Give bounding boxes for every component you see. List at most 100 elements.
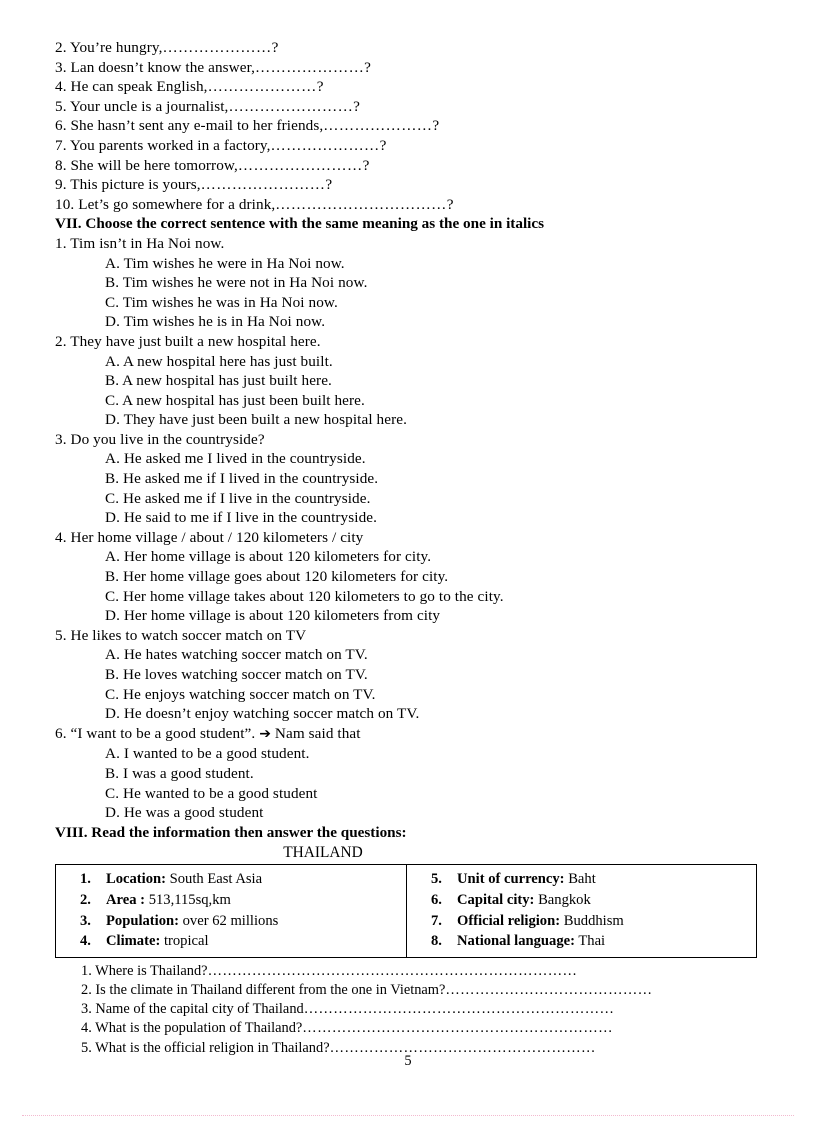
footer-divider (22, 1115, 794, 1116)
reading-question-number: 1. (81, 962, 96, 979)
question-stem: “I want to be a good student”. (70, 724, 260, 742)
answer-option[interactable]: C. Tim wishes he was in Ha Noi now. (55, 293, 761, 313)
tag-question-line: 4. He can speak English,…………………? (55, 77, 761, 97)
answer-option[interactable]: A. Tim wishes he were in Ha Noi now. (55, 254, 761, 274)
fact-row-right: 7. Official religion: Buddhism (407, 911, 756, 932)
dot-leader: ………………… (255, 58, 365, 76)
answer-option[interactable]: D. Her home village is about 120 kilomet… (55, 606, 761, 626)
dot-leader: …………………… (237, 156, 363, 174)
thailand-info-table: 1. Location: South East Asia 2. Area : 513,… (55, 864, 757, 958)
dot-leader: ………………… (323, 117, 433, 135)
tag-question-text: Let’s go somewhere for a drink, (78, 195, 276, 213)
tag-question-end: ? (364, 58, 372, 76)
question-number: 1. (55, 234, 71, 252)
answer-option[interactable]: D. He said to me if I live in the countr… (55, 508, 761, 528)
fact-value: South East Asia (166, 871, 263, 888)
question-stem: Tim isn’t in Ha Noi now. (70, 234, 225, 252)
question-stem: He likes to watch soccer match on TV (70, 626, 307, 644)
dot-leader: ……………………………………………………… (303, 1001, 615, 1018)
fact-number: 3. (80, 912, 91, 929)
tag-question-number: 2. (55, 39, 70, 56)
answer-option[interactable]: B. Her home village goes about 120 kilom… (55, 567, 761, 587)
tag-question-text: Lan doesn’t know the answer, (70, 58, 256, 76)
answer-option[interactable]: D. He doesn’t enjoy watching soccer matc… (55, 704, 761, 724)
tag-question-text: She hasn’t sent any e-mail to her friend… (70, 117, 324, 135)
tag-question-number: 6. (55, 117, 71, 135)
fact-row-left: 2. Area : 513,115sq,km (56, 890, 406, 911)
dot-leader: …………………………… (275, 195, 447, 213)
tag-question-line: 9. This picture is yours,……………………? (55, 175, 761, 195)
tag-question-text: This picture is yours, (70, 176, 201, 194)
tag-question-number: 3. (55, 58, 71, 76)
fact-row-right: 5. Unit of currency: Baht (407, 869, 756, 890)
reading-question-text: What is the population of Thailand? (95, 1020, 303, 1037)
tag-question-number: 4. (55, 78, 71, 96)
reading-question-line: 4. What is the population of Thailand?……… (55, 1019, 761, 1038)
answer-option[interactable]: D. They have just been built a new hospi… (55, 410, 761, 430)
fact-label: National language: (457, 933, 575, 950)
question-number: 4. (55, 528, 71, 546)
reading-question-text: Is the climate in Thailand different fro… (95, 981, 446, 998)
question-number: 2. (55, 332, 71, 350)
answer-option[interactable]: B. He asked me if I lived in the country… (55, 469, 761, 489)
answer-option[interactable]: A. He hates watching soccer match on TV. (55, 645, 761, 665)
answer-option[interactable]: D. He was a good student (55, 803, 761, 823)
section-viii-heading: VIII. Read the information then answer t… (55, 823, 407, 841)
fact-number: 4. (80, 933, 91, 950)
question-stem-cont: Nam said that (271, 724, 361, 742)
answer-option[interactable]: B. Tim wishes he were not in Ha Noi now. (55, 273, 761, 293)
answer-option[interactable]: C. He wanted to be a good student (55, 784, 761, 804)
answer-option[interactable]: C. He asked me if I live in the countrys… (55, 489, 761, 509)
tag-question-number: 8. (55, 156, 71, 174)
fact-label: Area : (106, 891, 146, 908)
section-vii-heading: VII. Choose the correct sentence with th… (55, 215, 545, 233)
right-arrow-icon: ➔ (259, 725, 272, 742)
fact-number: 7. (431, 912, 442, 929)
tag-question-number: 9. (55, 176, 71, 194)
answer-option[interactable]: C. He enjoys watching soccer match on TV… (55, 685, 761, 705)
dot-leader: ………………………………………………………………… (207, 962, 578, 979)
fact-value: over 62 millions (178, 912, 279, 929)
facts-left-cell: 1. Location: South East Asia 2. Area : 513,… (55, 864, 407, 958)
answer-option[interactable]: A. A new hospital here has just built. (55, 352, 761, 372)
fact-label: Climate: (106, 933, 161, 950)
tag-question-line: 7. You parents worked in a factory,……………… (55, 136, 761, 156)
reading-question-number: 4. (81, 1020, 96, 1037)
thailand-table-title: THAILAND (283, 844, 363, 862)
answer-option[interactable]: B. He loves watching soccer match on TV. (55, 665, 761, 685)
answer-option[interactable]: B. A new hospital has just built here. (55, 371, 761, 391)
page-number: 5 (404, 1053, 412, 1069)
answer-option[interactable]: A. Her home village is about 120 kilomet… (55, 547, 761, 567)
tag-question-number: 5. (55, 97, 70, 115)
fact-label: Unit of currency: (457, 871, 565, 888)
fact-row-right: 8. National language: Thai (407, 931, 756, 952)
fact-value: Buddhism (560, 912, 624, 929)
dot-leader: …………………… (228, 97, 354, 115)
reading-question-text: Where is Thailand? (95, 962, 208, 979)
fact-value: Bangkok (534, 891, 591, 908)
dot-leader: ………………… (207, 78, 317, 96)
tag-question-number: 10. (55, 195, 79, 213)
tag-question-end: ? (271, 39, 279, 56)
fact-row-left: 4. Climate: tropical (56, 931, 406, 952)
fact-label: Capital city: (457, 891, 535, 908)
dot-leader: ……………………………………………………… (302, 1020, 613, 1037)
answer-option[interactable]: C. Her home village takes about 120 kilo… (55, 587, 761, 607)
answer-option[interactable]: B. I was a good student. (55, 764, 761, 784)
fact-number: 2. (80, 891, 91, 908)
fact-value: Thai (574, 933, 606, 950)
fact-number: 5. (431, 871, 442, 888)
answer-option[interactable]: D. Tim wishes he is in Ha Noi now. (55, 312, 761, 332)
fact-label: Location: (106, 871, 166, 888)
tag-question-number: 7. (55, 136, 70, 154)
reading-question-text: Name of the capital city of Thailand (95, 1001, 304, 1018)
answer-option[interactable]: A. He asked me I lived in the countrysid… (55, 449, 761, 469)
answer-option[interactable]: A. I wanted to be a good student. (55, 744, 761, 764)
tag-question-end: ? (353, 97, 360, 115)
section-viii-answer-questions: 1. Where is Thailand?…………………………………………………… (55, 962, 761, 1058)
reading-question-number: 2. (81, 981, 96, 998)
answer-option[interactable]: C. A new hospital has just been built he… (55, 391, 761, 411)
question-number: 3. (55, 430, 71, 448)
section-vii-questions: 1. Tim isn’t in Ha Noi now. A. Tim wishes… (55, 234, 761, 823)
fact-label: Population: (106, 912, 179, 929)
